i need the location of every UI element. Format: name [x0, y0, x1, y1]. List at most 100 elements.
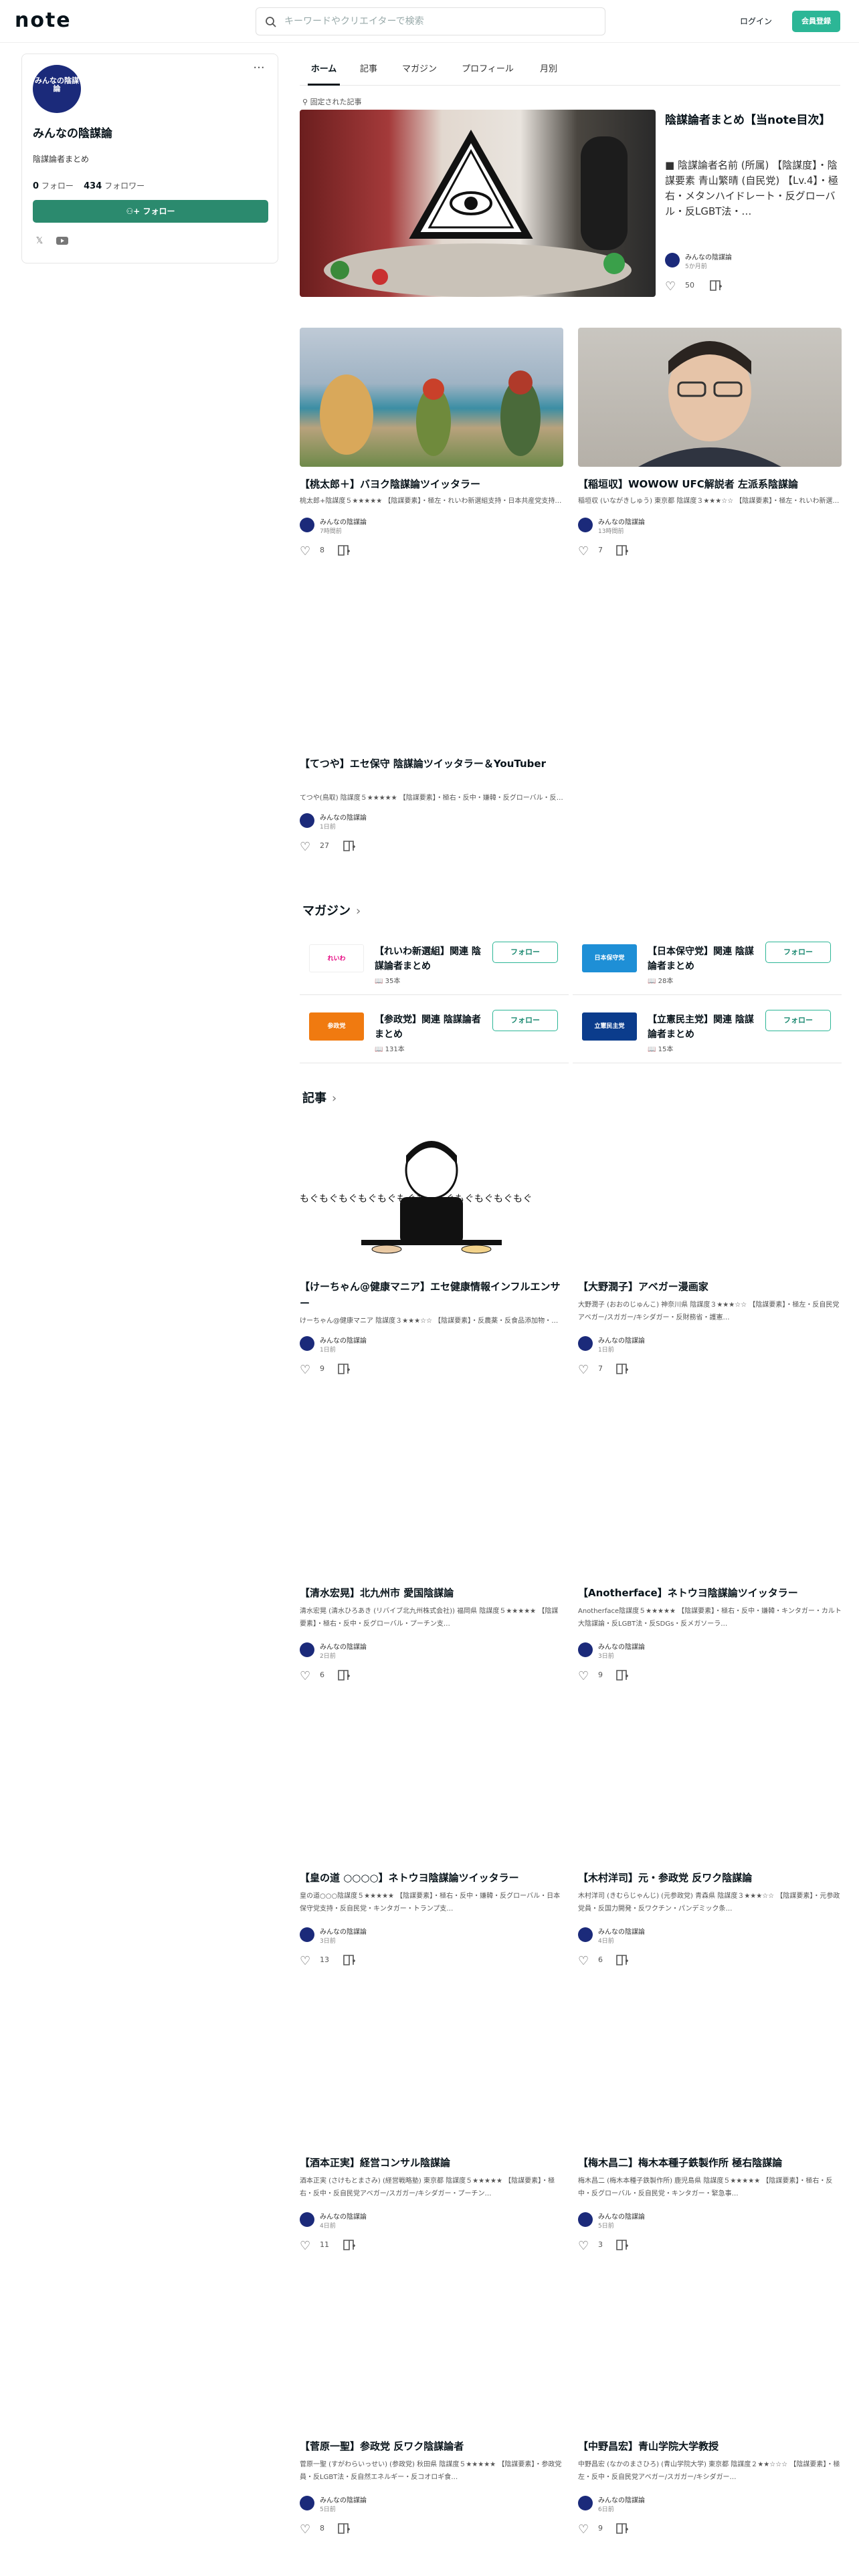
article-title[interactable]: 【桃太郎＋】バヨク陰謀論ツイッタラー [300, 476, 563, 493]
add-to-magazine-icon[interactable] [615, 1363, 630, 1378]
magazine-card[interactable]: 参政党 【参政党】関連 陰謀論者まとめ 📖 131本 フォロー [300, 1002, 569, 1063]
author-name[interactable]: みんなの陰謀論 [598, 1926, 645, 1936]
author-name[interactable]: みんなの陰謀論 [320, 1926, 367, 1936]
magazine-follow-button[interactable]: フォロー [492, 942, 558, 963]
author-avatar[interactable] [578, 1927, 593, 1942]
author-name[interactable]: みんなの陰謀論 [598, 1335, 645, 1345]
followers-link[interactable]: 434 フォロワー [84, 181, 145, 191]
youtube-icon[interactable] [56, 236, 69, 247]
magazine-title[interactable]: 【日本保守党】関連 陰謀論者まとめ [648, 944, 759, 974]
like-heart-icon[interactable]: ♡ [578, 544, 593, 559]
article-thumbnail[interactable]: もぐもぐもぐもぐもぐもぐもぐもぐもぐもぐもぐもぐ [300, 1130, 563, 1269]
follow-button[interactable]: ⚇+ フォロー [33, 200, 268, 223]
x-twitter-icon[interactable]: 𝕏 [33, 236, 46, 247]
article-title[interactable]: 【中野昌宏】青山学院大学教授 [578, 2438, 842, 2455]
add-to-magazine-icon[interactable] [615, 1669, 630, 1684]
article-title[interactable]: 【てつや】エセ保守 陰謀論ツイッタラー＆YouTuber [300, 756, 563, 772]
add-to-magazine-icon[interactable] [337, 1363, 352, 1378]
like-heart-icon[interactable]: ♡ [578, 2239, 593, 2254]
add-to-magazine-icon[interactable] [343, 1954, 357, 1969]
like-heart-icon[interactable]: ♡ [578, 1363, 593, 1378]
author-avatar[interactable] [300, 2212, 314, 2227]
author-name[interactable]: みんなの陰謀論 [685, 251, 732, 261]
following-link[interactable]: 0 フォロー [33, 181, 74, 191]
add-to-magazine-icon[interactable] [615, 544, 630, 559]
magazine-thumbnail[interactable]: れいわ [309, 944, 364, 972]
magazine-thumbnail[interactable]: 参政党 [309, 1012, 364, 1041]
author-name[interactable]: みんなの陰謀論 [320, 1335, 367, 1345]
author-avatar[interactable] [578, 2212, 593, 2227]
article-title[interactable]: 【皇の道 ○○○○】ネトウヨ陰謀論ツイッタラー [300, 1870, 563, 1887]
article-title[interactable]: 【梅木昌二】梅木本種子鉄製作所 極右陰謀論 [578, 2155, 842, 2171]
like-heart-icon[interactable]: ♡ [300, 1363, 314, 1378]
magazine-thumbnail[interactable]: 立憲民主党 [582, 1012, 637, 1041]
login-button[interactable]: ログイン [729, 12, 783, 31]
add-to-magazine-icon[interactable] [337, 544, 352, 559]
author-name[interactable]: みんなの陰謀論 [598, 1641, 645, 1651]
like-heart-icon[interactable]: ♡ [300, 840, 314, 855]
author-avatar[interactable] [300, 1336, 314, 1351]
author-avatar[interactable] [578, 1336, 593, 1351]
magazine-title[interactable]: 【れいわ新選組】関連 陰謀論者まとめ [375, 944, 486, 974]
add-to-magazine-icon[interactable] [615, 2239, 630, 2254]
like-heart-icon[interactable]: ♡ [300, 1669, 314, 1684]
magazine-card[interactable]: 日本保守党 【日本保守党】関連 陰謀論者まとめ 📖 28本 フォロー [573, 934, 842, 995]
author-avatar[interactable] [578, 1642, 593, 1657]
magazine-card[interactable]: 立憲民主党 【立憲民主党】関連 陰謀論者まとめ 📖 15本 フォロー [573, 1002, 842, 1063]
tab-magazines[interactable]: マガジン [399, 55, 440, 86]
article-title[interactable]: 【稲垣収】WOWOW UFC解説者 左派系陰謀論 [578, 476, 842, 493]
author-name[interactable]: みんなの陰謀論 [320, 1641, 367, 1651]
article-title[interactable]: 【Anotherface】ネトウヨ陰謀論ツイッタラー [578, 1585, 842, 1602]
tab-home[interactable]: ホーム [308, 55, 340, 86]
magazine-follow-button[interactable]: フォロー [765, 1010, 831, 1031]
profile-name[interactable]: みんなの陰謀論 [33, 124, 112, 140]
author-name[interactable]: みんなの陰謀論 [320, 2211, 367, 2221]
like-heart-icon[interactable]: ♡ [665, 280, 680, 294]
tab-monthly[interactable]: 月別 [535, 55, 562, 86]
article-title[interactable]: 【けーちゃん@健康マニア】エセ健康情報インフルエンサー [300, 1279, 563, 1312]
add-to-magazine-icon[interactable] [337, 2523, 352, 2537]
author-name[interactable]: みんなの陰謀論 [598, 516, 645, 526]
magazine-title[interactable]: 【立憲民主党】関連 陰謀論者まとめ [648, 1012, 759, 1042]
add-to-magazine-icon[interactable] [343, 2239, 357, 2254]
pinned-thumbnail[interactable] [300, 110, 656, 297]
signup-button[interactable]: 会員登録 [792, 11, 840, 32]
author-name[interactable]: みんなの陰謀論 [598, 2211, 645, 2221]
author-avatar[interactable] [300, 1642, 314, 1657]
article-title[interactable]: 【菅原一聖】参政党 反ワク陰謀論者 [300, 2438, 563, 2455]
author-name[interactable]: みんなの陰謀論 [598, 2494, 645, 2504]
like-heart-icon[interactable]: ♡ [578, 2523, 593, 2537]
more-options-icon[interactable]: ··· [250, 62, 268, 77]
author-name[interactable]: みんなの陰謀論 [320, 812, 367, 822]
like-heart-icon[interactable]: ♡ [300, 2523, 314, 2537]
author-name[interactable]: みんなの陰謀論 [320, 2494, 367, 2504]
like-heart-icon[interactable]: ♡ [300, 544, 314, 559]
add-to-magazine-icon[interactable] [337, 1669, 352, 1684]
tab-articles[interactable]: 記事 [356, 55, 381, 86]
pinned-title[interactable]: 陰謀論者まとめ【当note目次】 [665, 111, 840, 130]
author-avatar[interactable] [300, 1927, 314, 1942]
author-avatar[interactable] [300, 518, 314, 532]
search-box[interactable] [256, 7, 605, 35]
article-title[interactable]: 【木村洋司】元・参政党 反ワク陰謀論 [578, 1870, 842, 1887]
author-avatar[interactable] [578, 2496, 593, 2510]
author-name[interactable]: みんなの陰謀論 [320, 516, 367, 526]
tab-profile[interactable]: プロフィール [456, 55, 519, 86]
magazine-card[interactable]: れいわ 【れいわ新選組】関連 陰謀論者まとめ 📖 35本 フォロー [300, 934, 569, 995]
add-to-magazine-icon[interactable] [615, 1954, 630, 1969]
magazine-title[interactable]: 【参政党】関連 陰謀論者まとめ [375, 1012, 486, 1042]
note-logo[interactable]: note [15, 9, 72, 32]
add-to-magazine-icon[interactable] [343, 840, 357, 855]
like-heart-icon[interactable]: ♡ [300, 1954, 314, 1969]
magazine-section-heading[interactable]: マガジン › [302, 901, 361, 919]
magazine-thumbnail[interactable]: 日本保守党 [582, 944, 637, 972]
add-to-magazine-icon[interactable] [615, 2523, 630, 2537]
add-to-magazine-icon[interactable] [709, 280, 724, 294]
article-title[interactable]: 【酒本正実】経営コンサル陰謀論 [300, 2155, 563, 2171]
like-heart-icon[interactable]: ♡ [578, 1954, 593, 1969]
profile-avatar[interactable]: みんなの陰謀論 [33, 65, 81, 113]
author-avatar[interactable] [300, 2496, 314, 2510]
like-heart-icon[interactable]: ♡ [578, 1669, 593, 1684]
article-title[interactable]: 【清水宏晃】北九州市 愛国陰謀論 [300, 1585, 563, 1602]
author-avatar[interactable] [578, 518, 593, 532]
